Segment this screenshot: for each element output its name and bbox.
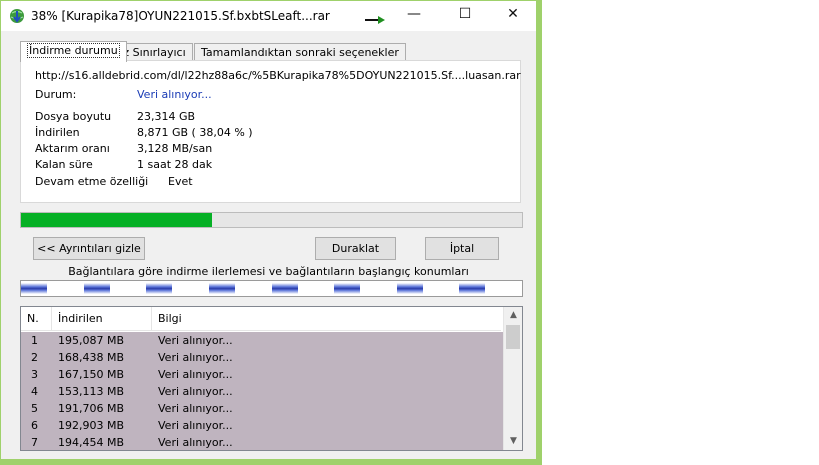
- list-item[interactable]: 2 168,438 MB Veri alınıyor...: [21, 349, 503, 366]
- tab-label: İndirme durumu: [27, 43, 120, 58]
- connection-segment: [21, 283, 47, 294]
- row-downloaded: 194,454 MB: [58, 436, 125, 449]
- maximize-button[interactable]: ☐: [450, 6, 480, 26]
- status-value: Veri alınıyor...: [137, 88, 212, 101]
- row-number: 5: [31, 402, 38, 415]
- row-number: 2: [31, 351, 38, 364]
- list-item[interactable]: 7 194,454 MB Veri alınıyor...: [21, 434, 503, 450]
- row-downloaded: 195,087 MB: [58, 334, 125, 347]
- file-size-label: Dosya boyutu: [35, 110, 112, 123]
- row-downloaded: 167,150 MB: [58, 368, 125, 381]
- title-bar[interactable]: 38% [Kurapika78]OYUN221015.Sf.bxbtSLeaft…: [1, 1, 536, 31]
- tab-label: Tamamlandıktan sonraki seçenekler: [201, 46, 399, 59]
- row-number: 3: [31, 368, 38, 381]
- row-info: Veri alınıyor...: [158, 385, 233, 398]
- column-header-info[interactable]: Bilgi: [152, 307, 501, 331]
- download-progress-bar: [20, 212, 523, 228]
- row-downloaded: 192,903 MB: [58, 419, 125, 432]
- row-downloaded: 153,113 MB: [58, 385, 125, 398]
- connections-progress-bar: [20, 280, 523, 297]
- list-item[interactable]: 5 191,706 MB Veri alınıyor...: [21, 400, 503, 417]
- downloaded-value: 8,871 GB ( 38,04 % ): [137, 126, 253, 139]
- list-item[interactable]: 3 167,150 MB Veri alınıyor...: [21, 366, 503, 383]
- connections-list: N. İndirilen Bilgi 1 195,087 MB Veri alını…: [20, 306, 523, 451]
- tab-download-status[interactable]: İndirme durumu: [20, 41, 127, 62]
- row-downloaded: 191,706 MB: [58, 402, 125, 415]
- progress-fill: [21, 213, 212, 227]
- row-number: 6: [31, 419, 38, 432]
- close-button[interactable]: ✕: [498, 6, 528, 26]
- scroll-up-arrow-icon[interactable]: ▲: [504, 307, 522, 324]
- list-item[interactable]: 1 195,087 MB Veri alınıyor...: [21, 332, 503, 349]
- row-info: Veri alınıyor...: [158, 368, 233, 381]
- window-title: 38% [Kurapika78]OYUN221015.Sf.bxbtSLeaft…: [31, 9, 330, 23]
- time-left-value: 1 saat 28 dak: [137, 158, 213, 171]
- connection-segment: [84, 283, 110, 294]
- connection-segment: [459, 283, 485, 294]
- list-item[interactable]: 4 153,113 MB Veri alınıyor...: [21, 383, 503, 400]
- connection-segment: [209, 283, 235, 294]
- status-panel: http://s16.alldebrid.com/dl/l22hz88a6c/%…: [20, 60, 521, 203]
- column-header-number[interactable]: N.: [21, 307, 52, 331]
- resume-capability-value: Evet: [168, 175, 193, 188]
- row-info: Veri alınıyor...: [158, 402, 233, 415]
- row-downloaded: 168,438 MB: [58, 351, 125, 364]
- hide-details-button[interactable]: << Ayrıntıları gizle: [33, 237, 145, 260]
- column-header-downloaded[interactable]: İndirilen: [52, 307, 152, 331]
- minimize-button[interactable]: —: [399, 6, 429, 26]
- row-number: 1: [31, 334, 38, 347]
- list-header: N. İndirilen Bilgi: [21, 307, 501, 331]
- connection-segment: [272, 283, 298, 294]
- download-globe-icon: [10, 9, 24, 23]
- list-rows: 1 195,087 MB Veri alınıyor... 2 168,438 MB Ve…: [21, 332, 503, 450]
- download-window: 38% [Kurapika78]OYUN221015.Sf.bxbtSLeaft…: [0, 0, 542, 465]
- connection-segment: [146, 283, 172, 294]
- row-number: 4: [31, 385, 38, 398]
- row-info: Veri alınıyor...: [158, 334, 233, 347]
- connection-segment: [334, 283, 360, 294]
- scroll-thumb[interactable]: [506, 325, 520, 349]
- scroll-down-arrow-icon[interactable]: ▼: [504, 433, 522, 450]
- list-scrollbar[interactable]: ▲ ▼: [503, 307, 522, 450]
- status-label: Durum:: [35, 88, 77, 101]
- window-body: 38% [Kurapika78]OYUN221015.Sf.bxbtSLeaft…: [1, 1, 536, 459]
- time-left-label: Kalan süre: [35, 158, 93, 171]
- transfer-rate-label: Aktarım oranı: [35, 142, 110, 155]
- row-info: Veri alınıyor...: [158, 419, 233, 432]
- download-url: http://s16.alldebrid.com/dl/l22hz88a6c/%…: [35, 69, 521, 82]
- connection-segment: [397, 283, 423, 294]
- file-size-value: 23,314 GB: [137, 110, 196, 123]
- pause-button[interactable]: Duraklat: [315, 237, 396, 260]
- tab-after-completion[interactable]: Tamamlandıktan sonraki seçenekler: [194, 43, 406, 61]
- connections-caption: Bağlantılara göre indirme ilerlemesi ve …: [68, 265, 469, 278]
- downloaded-label: İndirilen: [35, 126, 80, 139]
- resume-capability-label: Devam etme özelliği: [35, 175, 149, 188]
- row-number: 7: [31, 436, 38, 449]
- cancel-button[interactable]: İptal: [425, 237, 499, 260]
- transfer-rate-value: 3,128 MB/san: [137, 142, 213, 155]
- row-info: Veri alınıyor...: [158, 436, 233, 449]
- arrow-right-icon: [365, 16, 385, 24]
- row-info: Veri alınıyor...: [158, 351, 233, 364]
- list-item[interactable]: 6 192,903 MB Veri alınıyor...: [21, 417, 503, 434]
